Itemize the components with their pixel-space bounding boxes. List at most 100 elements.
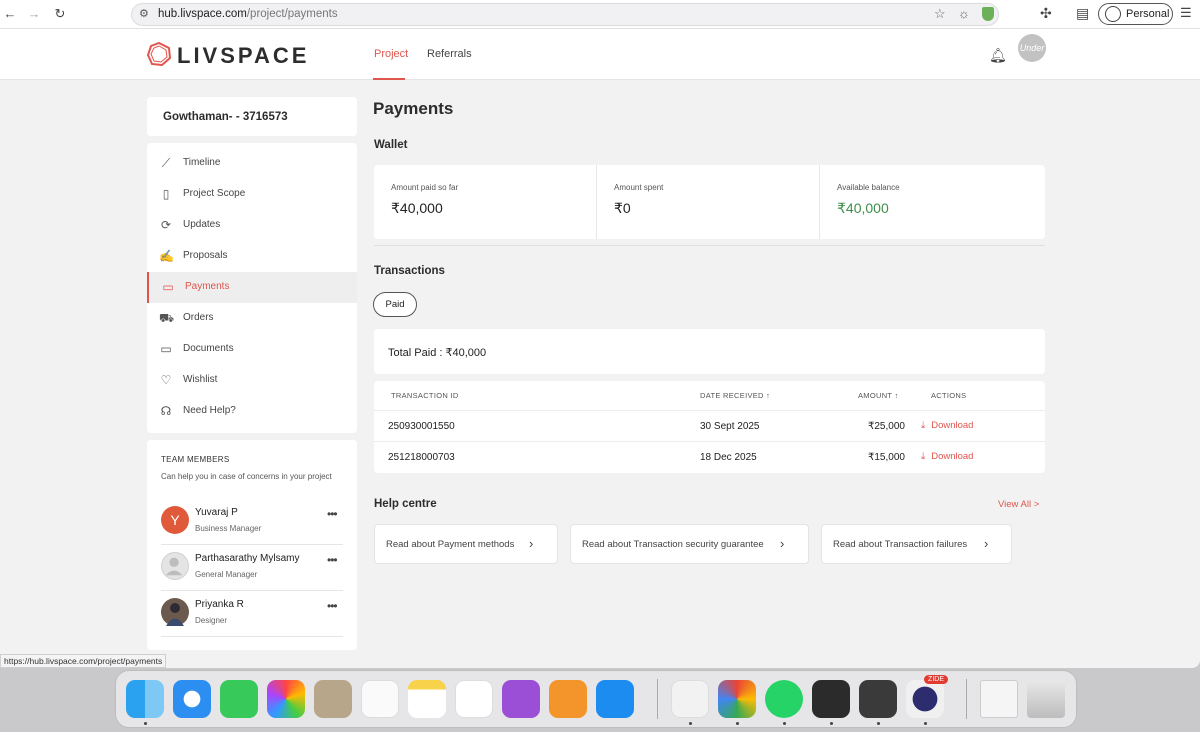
stickies-icon[interactable] xyxy=(671,680,709,718)
wallet-amount-spent: Amount spent ₹0 xyxy=(597,165,820,239)
column-header-date-received[interactable]: DATE RECEIVED ↑ xyxy=(700,391,770,400)
project-name-card: Gowthaman- - 3716573 xyxy=(147,97,357,136)
sidebar-item-proposals[interactable]: ✍ Proposals xyxy=(147,241,357,272)
transactions-title: Transactions xyxy=(374,265,445,277)
running-indicator xyxy=(689,722,692,725)
member-role: Business Manager xyxy=(195,524,262,533)
filter-pill-paid[interactable]: Paid xyxy=(373,292,417,317)
eclipse-ide-icon[interactable]: ZIDE xyxy=(906,675,948,718)
sidebar-item-updates[interactable]: ⟳ Updates xyxy=(147,210,357,241)
truck-icon: ⛟ xyxy=(159,311,175,325)
sidebar-item-label: Wishlist xyxy=(183,374,218,385)
calculator-icon[interactable] xyxy=(859,680,897,718)
help-centre-title: Help centre xyxy=(374,498,437,510)
trash-icon[interactable] xyxy=(1027,680,1065,718)
shield-extension-icon[interactable] xyxy=(982,7,994,21)
view-all-link[interactable]: View All > xyxy=(998,499,1039,510)
wallet-label: Amount paid so far xyxy=(391,183,459,192)
wallet-label: Amount spent xyxy=(614,183,664,192)
wallet-value: ₹40,000 xyxy=(837,200,889,216)
help-card-transaction-failures[interactable]: Read about Transaction failures › xyxy=(821,524,1012,564)
table-row: 251218000703 18 Dec 2025 ₹15,000 ⤓ Downlo… xyxy=(374,441,1045,472)
photos-icon[interactable] xyxy=(267,680,305,718)
chevron-right-icon: › xyxy=(984,536,989,551)
project-name: Gowthaman- - 3716573 xyxy=(163,111,288,123)
bookmark-star-icon[interactable]: ☆ xyxy=(934,6,946,22)
sidebar-item-payments[interactable]: ▭ Payments xyxy=(147,272,357,303)
reload-icon[interactable]: ↻ xyxy=(52,6,68,22)
finder-icon[interactable] xyxy=(126,680,164,718)
browser-toolbar: ← → ↻ ⚙ hub.livspace.com/project/payment… xyxy=(0,0,1200,29)
page-title: Payments xyxy=(373,99,454,118)
sidebar-menu: ⟋ Timeline ▯ Project Scope ⟳ Updates ✍ P… xyxy=(147,143,357,433)
terminal-icon[interactable] xyxy=(812,680,850,718)
site-settings-icon[interactable]: ⚙ xyxy=(139,7,149,20)
pages-icon[interactable] xyxy=(549,680,587,718)
member-name: Priyanka R xyxy=(195,599,244,610)
date-received: 18 Dec 2025 xyxy=(700,452,757,463)
team-member: Y Yuvaraj P Business Manager ••• xyxy=(161,499,343,545)
podcasts-icon[interactable] xyxy=(502,680,540,718)
app-store-icon[interactable] xyxy=(596,680,634,718)
contacts-icon[interactable] xyxy=(314,680,352,718)
sidebar-item-label: Orders xyxy=(183,312,214,323)
more-options-icon[interactable]: ••• xyxy=(327,553,338,567)
sidebar-item-documents[interactable]: ▭ Documents xyxy=(147,334,357,365)
wallet-value: ₹40,000 xyxy=(391,200,443,216)
notification-bell-icon[interactable]: 🔔︎ xyxy=(989,47,1007,64)
browser-menu-icon[interactable]: ☰ xyxy=(1180,5,1192,21)
profile-button[interactable]: Personal xyxy=(1098,3,1173,25)
tab-referrals[interactable]: Referrals xyxy=(427,48,472,60)
livspace-logo-icon[interactable] xyxy=(147,42,171,66)
download-label: Download xyxy=(931,420,974,431)
sidebar-item-need-help[interactable]: ☊ Need Help? xyxy=(147,396,357,427)
notes-icon[interactable] xyxy=(408,680,446,718)
messages-icon[interactable] xyxy=(220,680,258,718)
table-row: 250930001550 30 Sept 2025 ₹25,000 ⤓ Downl… xyxy=(374,410,1045,441)
more-options-icon[interactable]: ••• xyxy=(327,507,338,521)
refresh-icon: ⟳ xyxy=(160,218,172,232)
help-card-security-guarantee[interactable]: Read about Transaction security guarante… xyxy=(570,524,809,564)
member-name: Yuvaraj P xyxy=(195,507,238,518)
back-icon[interactable]: ← xyxy=(2,6,18,22)
profile-label: Personal xyxy=(1126,8,1170,20)
trend-icon: ⟋ xyxy=(161,156,171,170)
chrome-icon[interactable] xyxy=(718,680,756,718)
tab-project[interactable]: Project xyxy=(374,48,408,60)
forward-icon[interactable]: → xyxy=(26,6,42,22)
help-card-payment-methods[interactable]: Read about Payment methods › xyxy=(374,524,558,564)
column-header-amount[interactable]: AMOUNT ↑ xyxy=(858,391,899,400)
download-icon: ⤓ xyxy=(921,420,926,431)
tab-search-icon[interactable]: ▤ xyxy=(1076,5,1089,22)
sidebar-item-project-scope[interactable]: ▯ Project Scope xyxy=(147,179,357,210)
person-photo-icon xyxy=(166,603,184,626)
sidebar-item-timeline[interactable]: ⟋ Timeline xyxy=(147,148,357,179)
column-header-actions: ACTIONS xyxy=(931,391,967,400)
more-options-icon[interactable]: ••• xyxy=(327,599,338,613)
download-link[interactable]: ⤓ Download xyxy=(921,420,973,431)
status-bar-url: https://hub.livspace.com/project/payment… xyxy=(0,654,167,668)
reminders-icon[interactable] xyxy=(361,680,399,718)
running-indicator xyxy=(144,722,147,725)
dock-separator xyxy=(657,679,658,719)
download-link[interactable]: ⤓ Download xyxy=(921,451,973,462)
sidebar-item-orders[interactable]: ⛟ Orders xyxy=(147,303,357,334)
theme-icon[interactable]: ☼ xyxy=(958,6,970,21)
active-tab-indicator xyxy=(373,78,405,80)
running-indicator xyxy=(736,722,739,725)
extensions-puzzle-icon[interactable]: ✣ xyxy=(1040,5,1052,22)
column-header-transaction-id: TRANSACTION ID xyxy=(391,391,459,400)
safari-icon[interactable] xyxy=(173,680,211,718)
freeform-icon[interactable] xyxy=(455,680,493,718)
sidebar-item-wishlist[interactable]: ♡ Wishlist xyxy=(147,365,357,396)
whatsapp-icon[interactable] xyxy=(765,680,803,718)
browser-window: ← → ↻ ⚙ hub.livspace.com/project/payment… xyxy=(0,0,1200,668)
document-stack-icon[interactable] xyxy=(980,680,1018,718)
address-bar[interactable]: ⚙ hub.livspace.com/project/payments ☆ ☼ xyxy=(131,3,999,26)
download-icon: ⤓ xyxy=(921,451,926,462)
url-text[interactable]: hub.livspace.com/project/payments xyxy=(158,8,338,20)
user-avatar[interactable]: Under xyxy=(1018,34,1046,62)
running-indicator xyxy=(877,722,880,725)
logo-text[interactable]: LIVSPACE xyxy=(177,43,309,69)
sidebar-item-label: Proposals xyxy=(183,250,228,261)
